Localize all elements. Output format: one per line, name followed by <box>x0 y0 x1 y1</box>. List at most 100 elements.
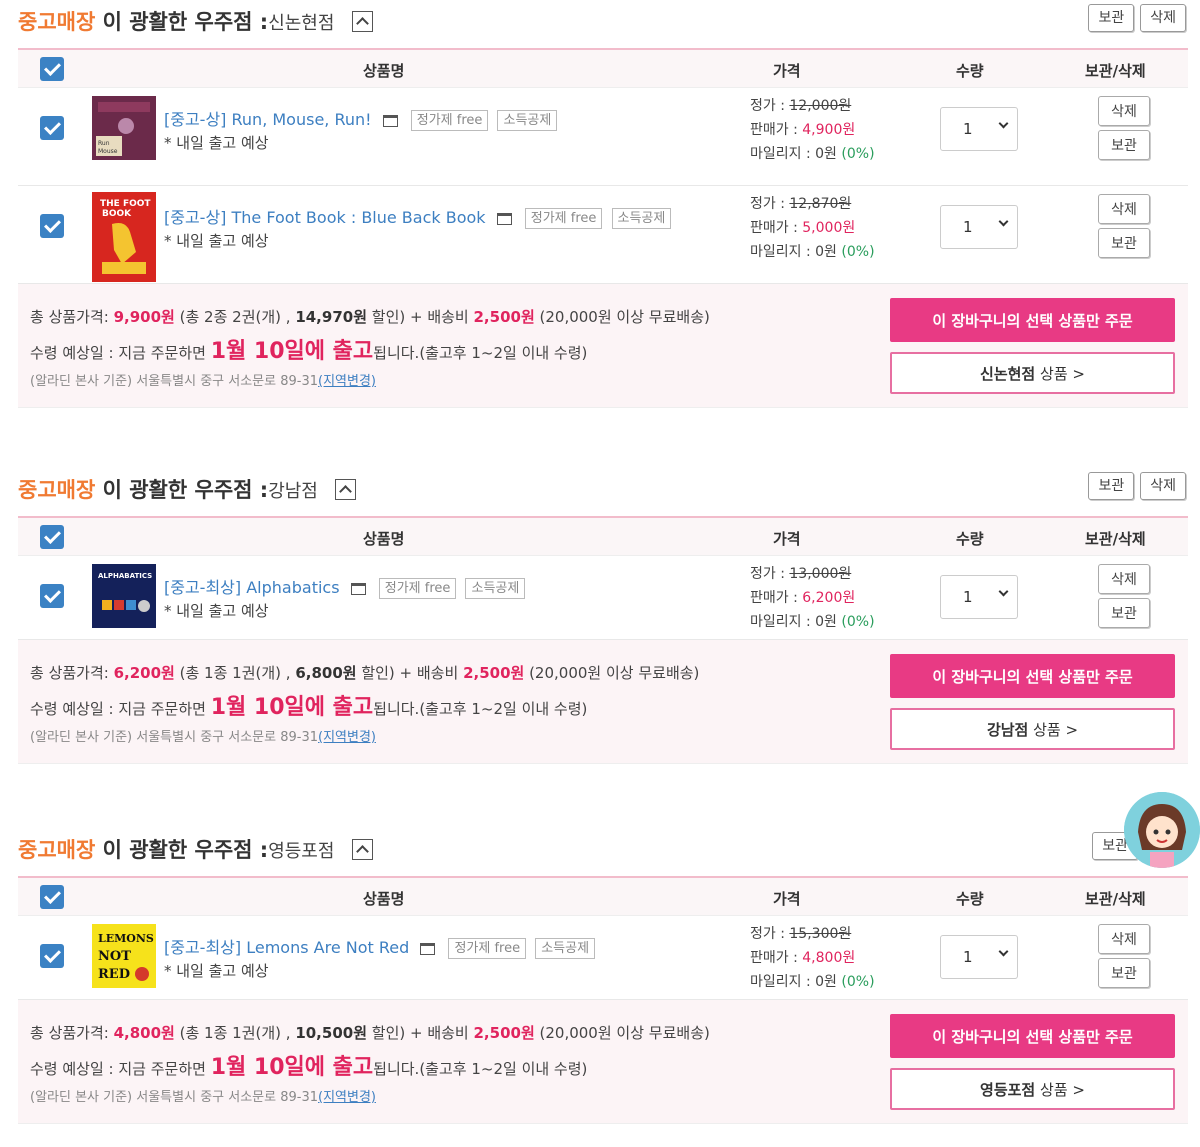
ship-estimate: * 내일 출고 예상 <box>164 232 269 250</box>
book-cover-foot-book[interactable]: THE FOOT BOOK <box>92 192 156 282</box>
delete-item-button[interactable]: 삭제 <box>1098 564 1150 594</box>
order-selected-button[interactable]: 이 장바구니의 선택 상품만 주문 <box>890 298 1175 342</box>
collapse-toggle-icon[interactable] <box>335 478 357 500</box>
svg-text:RED: RED <box>98 967 130 982</box>
store-name: 이 광활한 우주점 <box>102 478 253 502</box>
item-checkbox[interactable] <box>40 214 64 238</box>
item-title-link[interactable]: Alphabatics <box>246 578 339 597</box>
order-selected-button[interactable]: 이 장바구니의 선택 상품만 주문 <box>890 654 1175 698</box>
quantity-select[interactable]: 1 <box>940 107 1018 151</box>
branch-name: 영등포점 <box>268 841 335 862</box>
col-price: 가격 <box>773 530 801 548</box>
sale-price: 5,000원 <box>802 220 856 236</box>
item-checkbox[interactable] <box>40 116 64 140</box>
quantity-select[interactable]: 1 <box>940 205 1018 249</box>
item-checkbox[interactable] <box>40 944 64 968</box>
shop-section-yeongdeungpo: 중고매장 이 광활한 우주점 :영등포점 보관 상품명 가격 수량 보관/삭제 … <box>0 828 1200 1124</box>
discount-amount: 6,800원 <box>295 664 357 682</box>
chat-avatar-icon[interactable] <box>1124 792 1200 868</box>
list-price: 15,300원 <box>789 926 852 942</box>
delete-item-button[interactable]: 삭제 <box>1098 96 1150 126</box>
item-checkbox[interactable] <box>40 584 64 608</box>
change-region-link[interactable]: (지역변경) <box>318 1090 376 1105</box>
discount-amount: 14,970원 <box>295 308 367 326</box>
select-all-checkbox[interactable] <box>40 525 64 549</box>
tax-deduction-badge: 소득공제 <box>611 208 672 229</box>
table-header: 상품명 가격 수량 보관/삭제 <box>18 48 1188 88</box>
delete-all-button[interactable]: 삭제 <box>1140 4 1186 32</box>
book-cover-lemons[interactable]: LEMONS NOT RED <box>92 924 156 988</box>
col-product: 상품명 <box>363 530 405 548</box>
address-line: (알라딘 본사 기준) 서울특별시 중구 서소문로 89-31(지역변경) <box>30 1090 376 1105</box>
col-qty: 수량 <box>956 530 984 548</box>
shipping-fee: 2,500원 <box>463 664 525 682</box>
book-cover-alphabatics[interactable]: ALPHABATICS <box>92 564 156 628</box>
branch-goods-button[interactable]: 영등포점 상품 > <box>890 1068 1175 1110</box>
list-price: 13,000원 <box>789 566 852 582</box>
colon: : <box>259 838 269 862</box>
keep-item-button[interactable]: 보관 <box>1098 598 1150 628</box>
price-block: 정가 : 12,000원 판매가 : 4,900원 마일리지 : 0원 (0%) <box>750 98 875 162</box>
delete-all-button[interactable]: 삭제 <box>1140 472 1186 500</box>
svg-text:Run: Run <box>98 140 110 147</box>
collapse-toggle-icon[interactable] <box>351 838 373 860</box>
change-region-link[interactable]: (지역변경) <box>318 374 376 389</box>
item-condition: [중고-상] <box>164 110 227 129</box>
keep-item-button[interactable]: 보관 <box>1098 958 1150 988</box>
mileage: 0원 <box>815 614 837 630</box>
fixed-price-free-badge: 정가제 free <box>524 208 603 229</box>
cart-item-row: Run Mouse [중고-상] Run, Mouse, Run! 정가제 fre… <box>18 88 1188 186</box>
cart-item-row: ALPHABATICS [중고-최상] Alphabatics 정가제 free… <box>18 556 1188 640</box>
tax-deduction-badge: 소득공제 <box>535 938 596 959</box>
address-line: (알라딘 본사 기준) 서울특별시 중구 서소문로 89-31(지역변경) <box>30 374 376 389</box>
select-all-checkbox[interactable] <box>40 885 64 909</box>
item-title-link[interactable]: Lemons Are Not Red <box>246 938 409 957</box>
order-selected-button[interactable]: 이 장바구니의 선택 상품만 주문 <box>890 1014 1175 1058</box>
shop-title: 중고매장 이 광활한 우주점 :신논현점 <box>18 6 373 36</box>
ship-estimate: * 내일 출고 예상 <box>164 962 269 980</box>
chevron-down-icon <box>998 946 1009 957</box>
total-line: 총 상품가격: 6,200원 (총 1종 1권(개) , 6,800원 할인) … <box>30 664 700 682</box>
tax-deduction-badge: 소득공제 <box>497 110 558 131</box>
ship-estimate: * 내일 출고 예상 <box>164 602 269 620</box>
new-window-icon[interactable] <box>420 942 436 955</box>
collapse-toggle-icon[interactable] <box>351 10 373 32</box>
book-cover-run-mouse-run[interactable]: Run Mouse <box>92 96 156 160</box>
item-title-link[interactable]: Run, Mouse, Run! <box>232 110 372 129</box>
shop-title: 중고매장 이 광활한 우주점 :영등포점 <box>18 834 373 864</box>
table-header: 상품명 가격 수량 보관/삭제 <box>18 516 1188 556</box>
quantity-select[interactable]: 1 <box>940 935 1018 979</box>
colon: : <box>259 10 269 34</box>
keep-all-button[interactable]: 보관 <box>1088 4 1135 32</box>
delete-item-button[interactable]: 삭제 <box>1098 194 1150 224</box>
select-all-checkbox[interactable] <box>40 57 64 81</box>
shipping-fee: 2,500원 <box>473 1024 535 1042</box>
item-title-link[interactable]: The Foot Book : Blue Back Book <box>232 208 486 227</box>
cart-item-row: LEMONS NOT RED [중고-최상] Lemons Are Not Red … <box>18 916 1188 1000</box>
change-region-link[interactable]: (지역변경) <box>318 730 376 745</box>
shop-header: 중고매장 이 광활한 우주점 :영등포점 보관 <box>0 828 1200 876</box>
svg-text:NOT: NOT <box>98 949 131 964</box>
branch-goods-button[interactable]: 강남점 상품 > <box>890 708 1175 750</box>
quantity-select[interactable]: 1 <box>940 575 1018 619</box>
shipping-fee: 2,500원 <box>473 308 535 326</box>
new-window-icon[interactable] <box>382 114 398 127</box>
new-window-icon[interactable] <box>496 212 512 225</box>
sale-price: 4,800원 <box>802 950 856 966</box>
col-qty: 수량 <box>956 890 984 908</box>
store-name: 이 광활한 우주점 <box>102 838 253 862</box>
shop-header: 중고매장 이 광활한 우주점 :신논현점 보관 삭제 <box>0 0 1200 48</box>
keep-all-button[interactable]: 보관 <box>1088 472 1135 500</box>
keep-item-button[interactable]: 보관 <box>1098 130 1150 160</box>
used-store-tag: 중고매장 <box>18 478 96 502</box>
used-store-tag: 중고매장 <box>18 10 96 34</box>
keep-item-button[interactable]: 보관 <box>1098 228 1150 258</box>
list-price: 12,870원 <box>789 196 852 212</box>
fixed-price-free-badge: 정가제 free <box>448 938 527 959</box>
branch-goods-button[interactable]: 신논현점 상품 > <box>890 352 1175 394</box>
shop-header: 중고매장 이 광활한 우주점 :강남점 보관 삭제 <box>0 468 1200 516</box>
delete-item-button[interactable]: 삭제 <box>1098 924 1150 954</box>
new-window-icon[interactable] <box>350 582 366 595</box>
fixed-price-free-badge: 정가제 free <box>410 110 489 131</box>
delivery-estimate: 수령 예상일 : 지금 주문하면 1월 10일에 출고됩니다.(출고후 1~2일… <box>30 339 588 364</box>
